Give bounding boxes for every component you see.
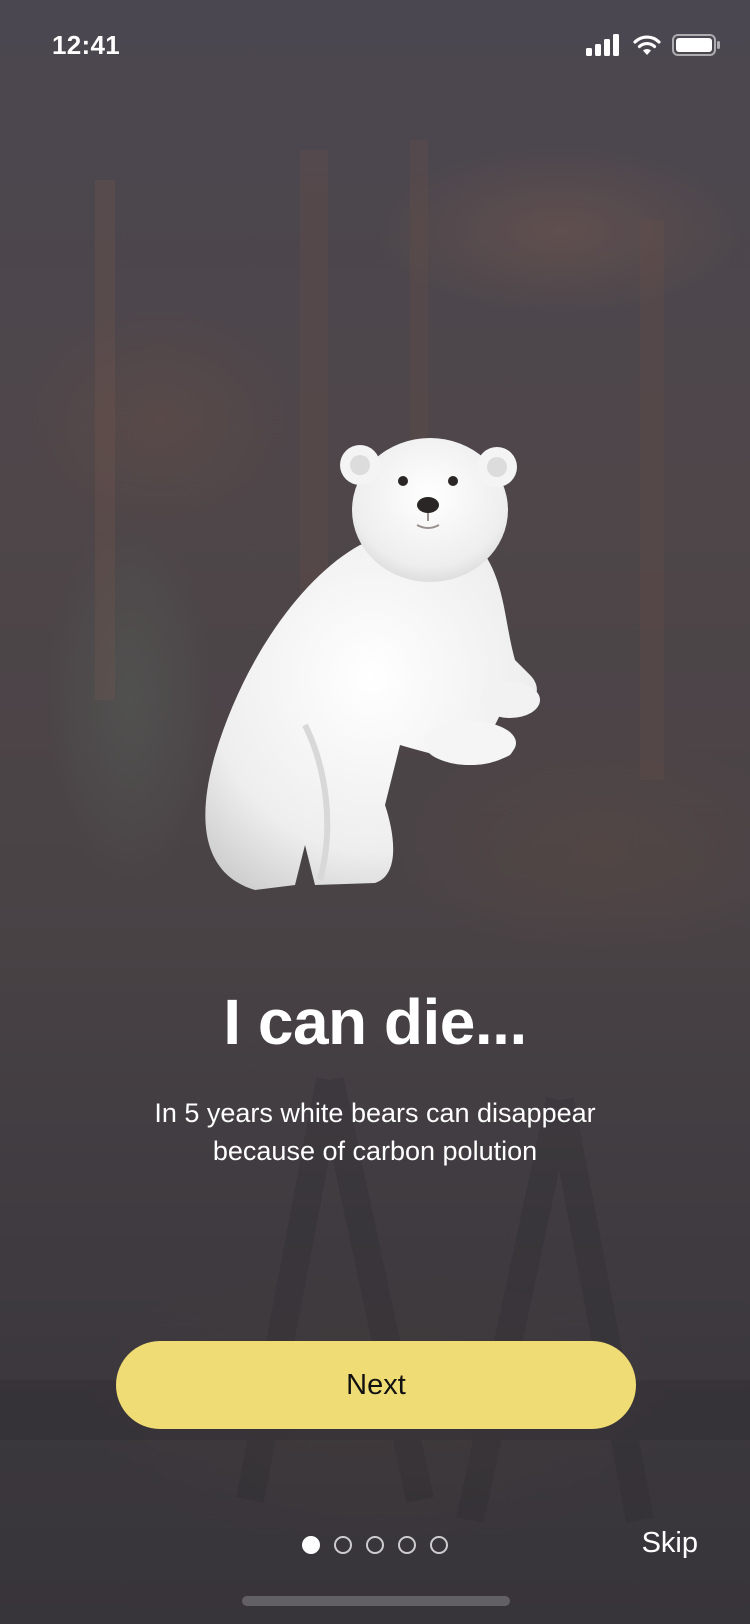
home-indicator[interactable] [242,1596,510,1606]
page-dot-3[interactable] [366,1536,384,1554]
status-time: 12:41 [52,30,120,60]
status-bar: 12:41 [0,0,750,90]
page-dot-1[interactable] [302,1536,320,1554]
onboarding-headline: I can die... [223,986,527,1058]
page-dot-2[interactable] [334,1536,352,1554]
onboarding-screen: 12:41 I can die... In 5 years white bear… [0,0,750,1624]
page-dot-4[interactable] [398,1536,416,1554]
skip-button[interactable]: Skip [642,1527,698,1560]
cellular-signal-icon [586,34,619,56]
status-icons [586,34,720,56]
wifi-icon [633,35,661,55]
onboarding-subtitle: In 5 years white bears can disappear bec… [154,1098,596,1166]
next-button[interactable]: Next [116,1341,636,1429]
page-indicator [302,1536,448,1554]
battery-icon [672,34,720,56]
polar-bear-illustration [205,438,540,890]
page-dot-5[interactable] [430,1536,448,1554]
